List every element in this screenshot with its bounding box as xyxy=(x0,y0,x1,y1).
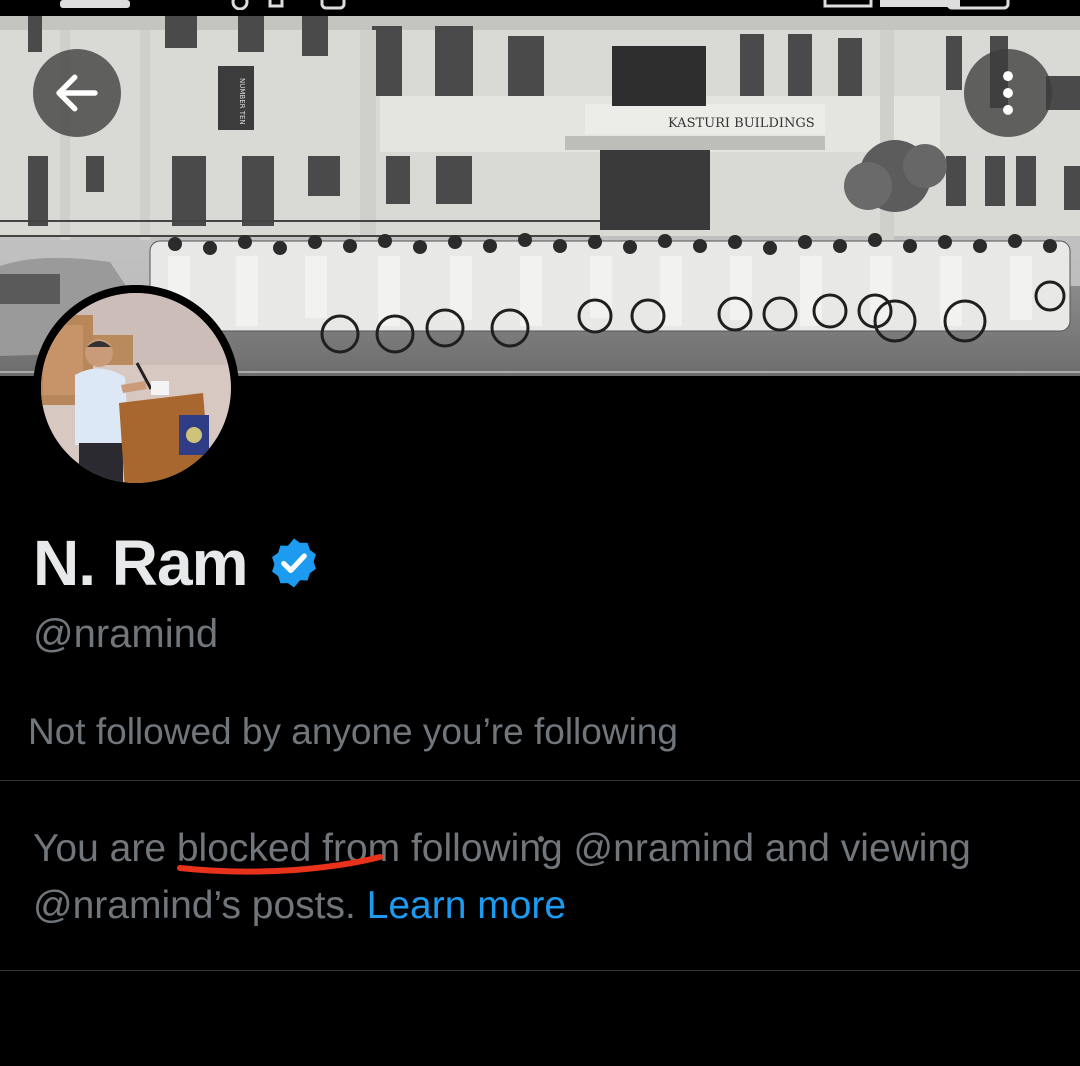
name-row: N. Ram xyxy=(33,523,322,603)
arrow-left-icon xyxy=(56,74,98,112)
speck xyxy=(538,836,544,842)
status-icons-left xyxy=(60,0,346,10)
learn-more-link[interactable]: Learn more xyxy=(367,884,566,927)
profile-avatar[interactable] xyxy=(33,285,239,491)
display-name: N. Ram xyxy=(33,527,248,599)
more-options-button[interactable] xyxy=(964,49,1052,137)
banner-vertical-sign: NUMBER TEN xyxy=(238,78,246,125)
more-vertical-icon xyxy=(1003,71,1013,115)
banner-sign: KASTURI BUILDINGS xyxy=(668,116,815,131)
status-bar xyxy=(0,0,1080,16)
followers-you-know-note: Not followed by anyone you’re following xyxy=(28,711,678,752)
avatar-image xyxy=(33,285,239,491)
status-icons-right xyxy=(823,0,1010,10)
red-underline-annotation xyxy=(177,854,383,875)
divider xyxy=(0,970,1080,971)
divider xyxy=(0,780,1080,781)
blocked-notice-prefix: You are xyxy=(33,827,177,870)
back-button[interactable] xyxy=(33,49,121,137)
verified-badge-icon[interactable] xyxy=(266,535,322,591)
profile-handle: @nramind xyxy=(33,612,219,656)
